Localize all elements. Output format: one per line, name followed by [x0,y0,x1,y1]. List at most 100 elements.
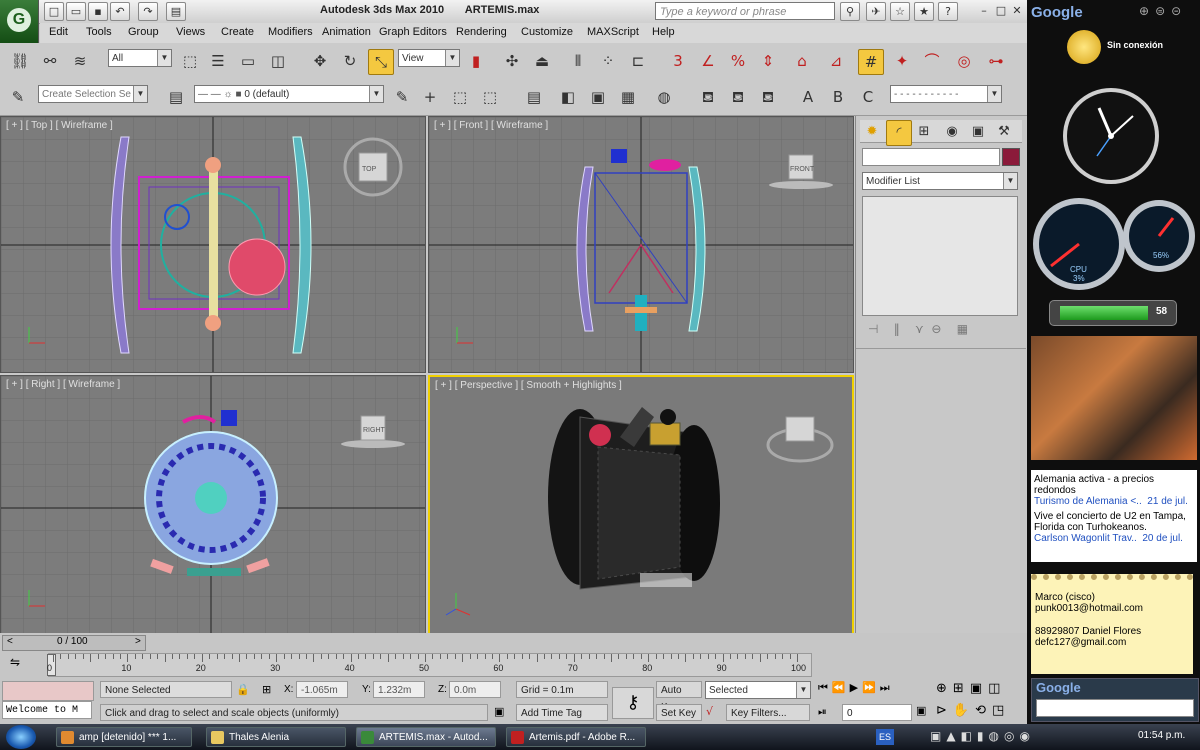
taskbar-clock[interactable]: 01:54 p.m. [1138,730,1185,741]
material-editor-icon[interactable]: ⊶ [984,49,1008,73]
auto-key-button[interactable]: Auto Key [656,681,702,713]
menu-maxscript[interactable]: MAXScript [587,26,639,38]
configure-modifier-sets-icon[interactable]: ▦ [957,322,968,336]
viewport-label[interactable]: [ + ] [ Right ] [ Wireframe ] [6,379,120,390]
viewport-top[interactable]: [ + ] [ Top ] [ Wireframe ] TOP [0,116,426,373]
add-time-tag-button[interactable]: Add Time Tag [516,704,608,721]
viewport-perspective[interactable]: [ + ] [ Perspective ] [ Smooth + Highlig… [428,375,854,635]
bind-spacewarp-icon[interactable]: ≋ [68,49,92,73]
news-item[interactable]: Alemania activa - a precios redondos Tur… [1031,470,1197,507]
zoom-extents-icon[interactable]: ▣ [970,681,988,696]
curve-editor-icon[interactable]: ⌒ [920,49,944,73]
menu-group[interactable]: Group [128,26,159,38]
close-icon[interactable]: ✕ [1008,2,1026,19]
current-frame-field[interactable]: 0 [842,704,912,721]
track-bar[interactable]: 0 10 20 30 40 50 60 70 80 90 100 [47,653,812,677]
previous-key-icon[interactable]: ⏪ [832,681,850,694]
quick-render-icon[interactable]: ▣ [586,85,610,109]
default-tangent-icon[interactable]: √ [706,705,713,718]
camera-preset-dropdown[interactable]: - - - - - - - - - - - ▼ [890,85,1002,103]
pin-stack-icon[interactable]: ⊣ [868,322,878,336]
teapot-render-icon[interactable]: ⛾ [696,85,720,109]
add-to-layer-icon[interactable]: + [418,85,442,109]
tray-update-icon[interactable]: ◎ [1004,729,1019,743]
field-of-view-icon[interactable]: ⊳ [936,703,953,718]
remove-modifier-icon[interactable]: ⊖ [931,322,941,336]
menu-edit[interactable]: Edit [49,26,68,38]
display-tab-icon[interactable]: ▣ [966,120,990,144]
selection-filter-dropdown[interactable]: All ▼ [108,49,172,67]
tray-app-icon[interactable]: ◉ [1020,729,1035,743]
render-setup-icon[interactable]: ▤ [522,85,546,109]
menu-create[interactable]: Create [221,26,254,38]
render-frame-icon[interactable]: ◧ [556,85,580,109]
slideshow-gadget[interactable] [1031,336,1197,460]
task-amp[interactable]: amp [detenido] *** 1... [56,727,192,747]
menu-rendering[interactable]: Rendering [456,26,507,38]
rectangular-selection-icon[interactable]: ▭ [236,49,260,73]
rotate-icon[interactable]: ↻ [338,49,362,73]
select-object-icon[interactable]: ⬚ [178,49,202,73]
menu-modifiers[interactable]: Modifiers [268,26,313,38]
mirror-icon[interactable]: ⫴ [566,49,590,73]
key-selection-dropdown[interactable]: Selected ▼ [705,681,811,699]
project-folder-icon[interactable]: ▤ [166,2,186,21]
favorites-icon[interactable]: ☆ [890,2,910,21]
undo-icon[interactable]: ↶ [110,2,130,21]
set-key-big-icon[interactable]: ⚷ [612,687,654,719]
viewport-right[interactable]: [ + ] [ Right ] [ Wireframe ] RIGHT [0,375,426,635]
menu-customize[interactable]: Customize [521,26,573,38]
scale-icon[interactable]: ⤡ [368,49,394,75]
modifier-stack[interactable] [862,196,1018,316]
task-thales[interactable]: Thales Alenia [206,727,346,747]
open-file-icon[interactable]: ▭ [66,2,86,21]
set-current-layer-icon[interactable]: ⬚ [478,85,502,109]
tray-power-icon[interactable]: ▮ [977,729,989,743]
constraint-icon[interactable]: ✦ [890,49,914,73]
select-in-layer-icon[interactable]: ⬚ [448,85,472,109]
x-coordinate-field[interactable]: -1.065m [296,681,348,698]
new-layer-icon[interactable]: ✎ [390,85,414,109]
modify-tab-icon[interactable]: ◜ [886,120,912,146]
motion-tab-icon[interactable]: ◉ [940,120,964,144]
selection-lock-icon[interactable]: 🔒 [236,683,250,696]
select-by-name-icon[interactable]: ☰ [206,49,230,73]
camera-a-icon[interactable]: A [796,85,820,109]
tray-network-icon[interactable]: ◧ [961,729,977,743]
menu-help[interactable]: Help [652,26,675,38]
news-item[interactable]: Vive el concierto de U2 en Tampa, Florid… [1031,507,1197,544]
link-icon[interactable]: ⛓ [8,49,32,73]
named-selection-set-dropdown[interactable]: Create Selection Se ▼ [38,85,148,103]
language-indicator[interactable]: ES [876,729,894,745]
key-filters-button[interactable]: Key Filters... [726,704,810,721]
viewport-label[interactable]: [ + ] [ Top ] [ Wireframe ] [6,120,113,131]
z-coordinate-field[interactable]: 0.0m [449,681,501,698]
grid-icon[interactable]: # [858,49,884,75]
zoom-extents-all-icon[interactable]: ◫ [988,681,1006,696]
play-icon[interactable]: ▶ [850,681,862,694]
camera-b-icon[interactable]: B [826,85,850,109]
object-color-swatch[interactable] [1002,148,1020,166]
tray-volume-icon[interactable]: ◍ [989,729,1004,743]
viewport-front[interactable]: [ + ] [ Front ] [ Wireframe ] FRONT [428,116,854,373]
menu-animation[interactable]: Animation [322,26,371,38]
maximize-viewport-icon[interactable]: ◳ [992,703,1010,718]
utilities-tab-icon[interactable]: ⚒ [992,120,1016,144]
teapot-production-icon[interactable]: ⛾ [756,85,780,109]
layer-dropdown[interactable]: — — ☼ ■ 0 (default) ▼ [194,85,384,103]
tray-calendar-icon[interactable]: ▣ [930,729,946,743]
named-selection-icon[interactable]: ⌂ [790,49,814,73]
create-tab-icon[interactable]: ✹ [860,120,884,144]
set-key-button[interactable]: Set Key [656,704,702,721]
add-time-tag-icon[interactable]: ▣ [494,705,504,718]
hierarchy-tab-icon[interactable]: ⊞ [912,120,936,144]
minimize-icon[interactable]: – [975,2,993,19]
zoom-all-icon[interactable]: ⊞ [953,681,970,696]
unlink-icon[interactable]: ⚯ [38,49,62,73]
maxscript-listener-pink[interactable] [2,681,94,701]
scroll-down-icon[interactable]: ⊝ [1171,4,1187,18]
move-icon[interactable]: ✥ [308,49,332,73]
viewport-label[interactable]: [ + ] [ Perspective ] [ Smooth + Highlig… [435,380,622,391]
star-icon[interactable]: ★ [914,2,934,21]
pivot-center-icon[interactable]: ▮ [464,49,488,73]
